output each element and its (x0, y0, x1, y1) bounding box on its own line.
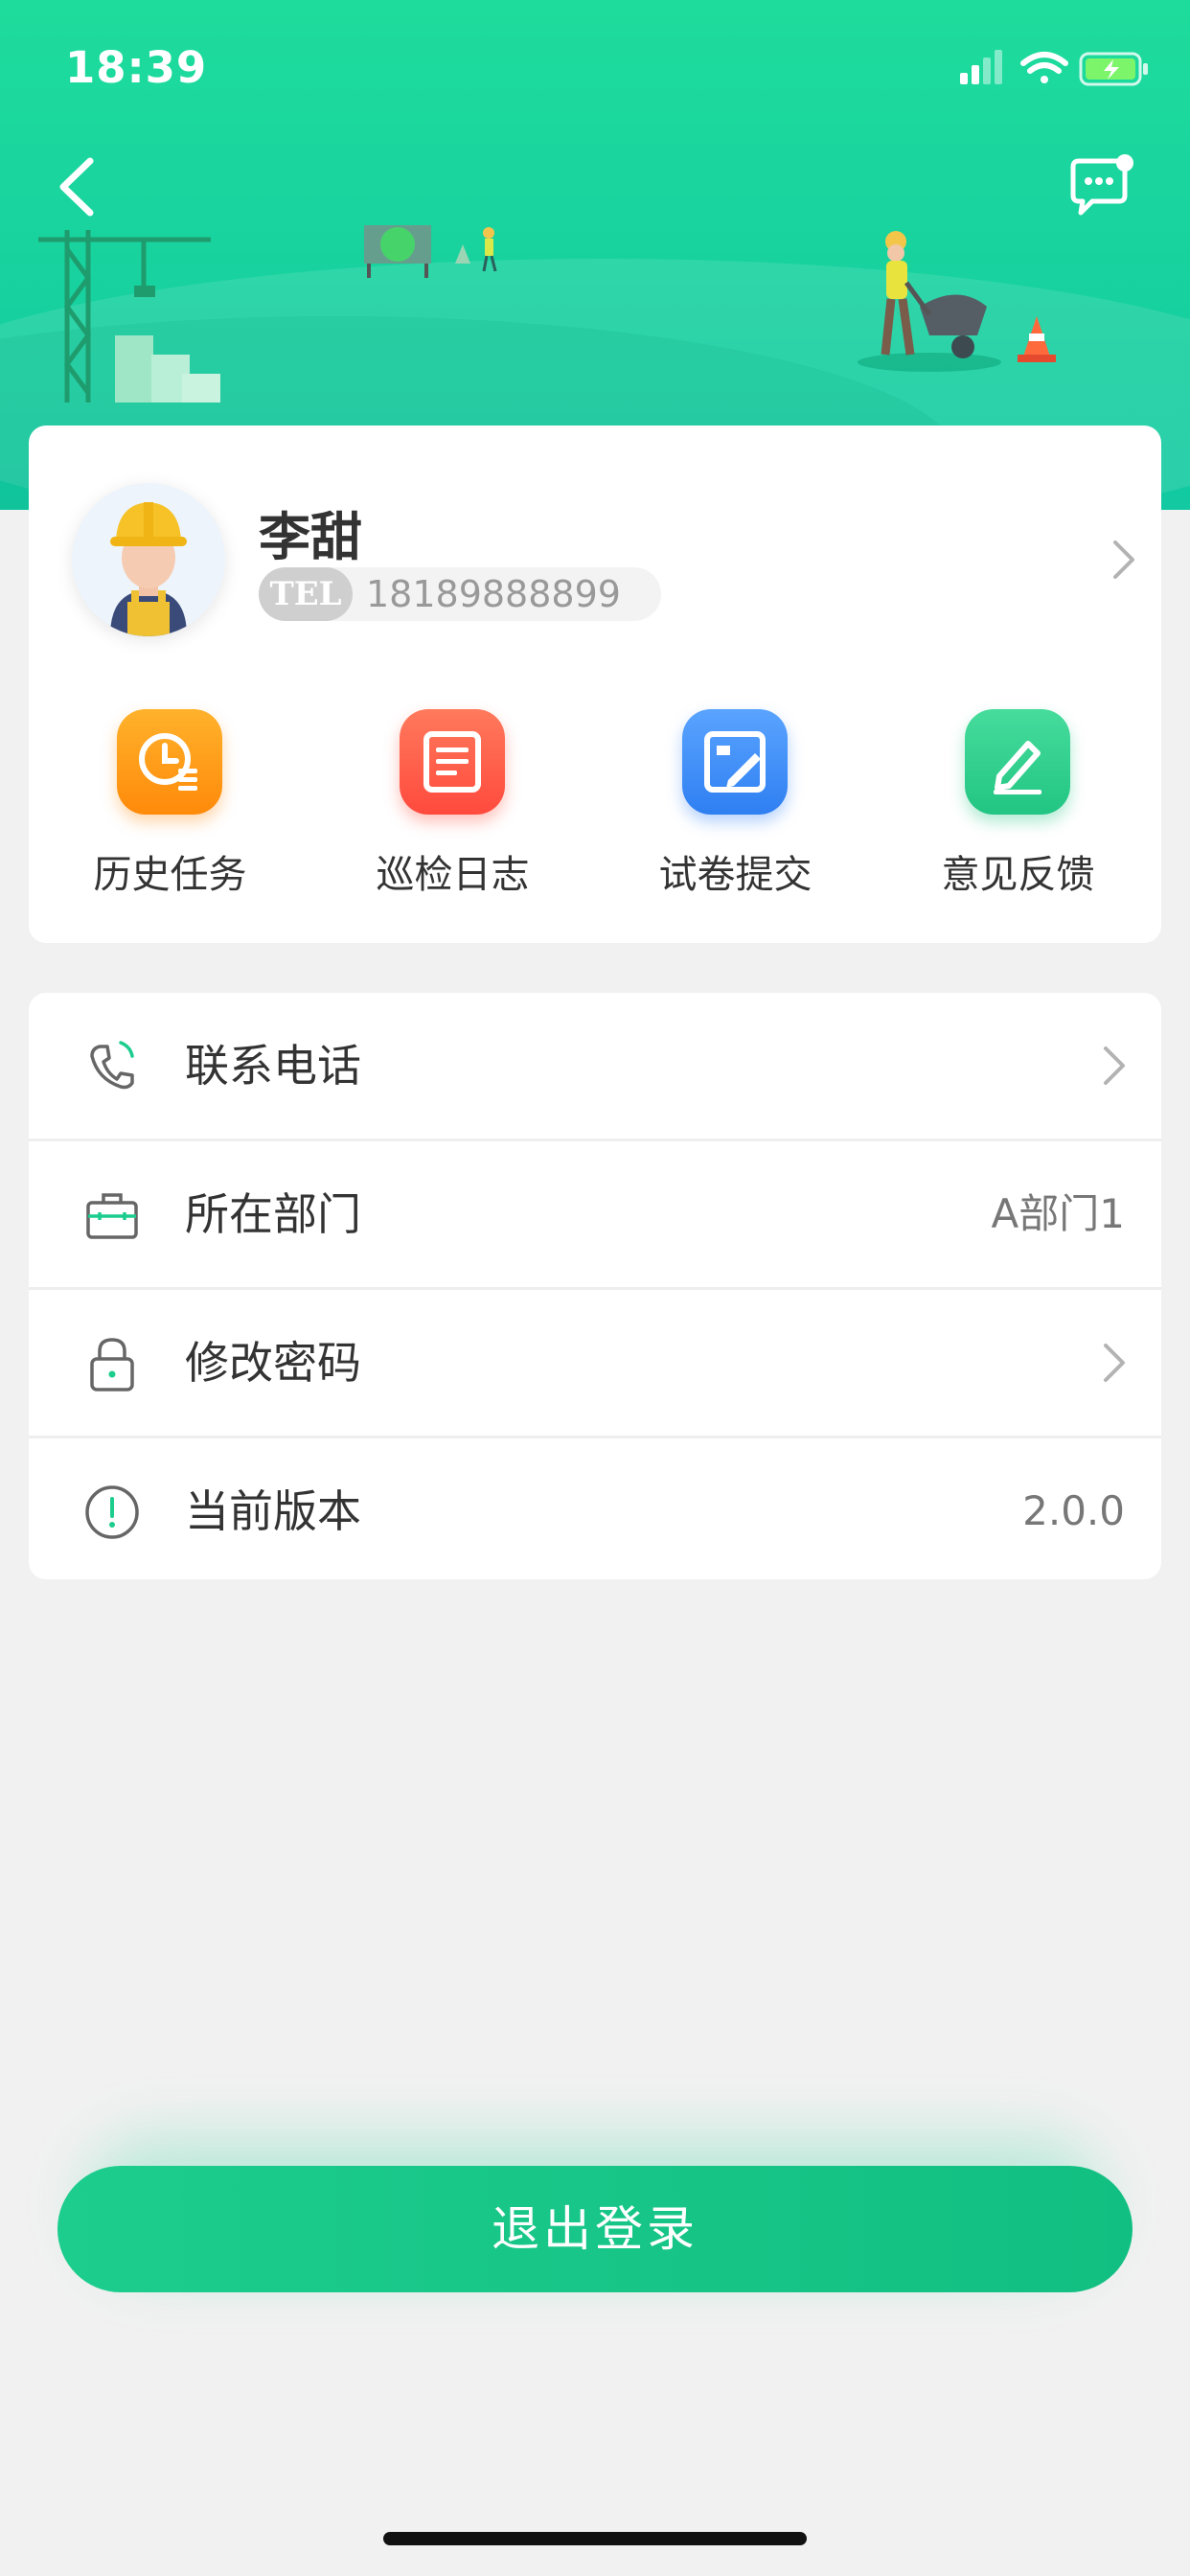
phone-pill: TEL 18189888899 (259, 567, 661, 621)
crane-buildings-illustration (38, 230, 220, 402)
battery-icon (1079, 52, 1148, 86)
menu-item-contact-phone[interactable]: 联系电话 (29, 993, 1161, 1138)
quick-action-label: 巡检日志 (376, 853, 530, 897)
status-icons (960, 50, 1148, 86)
settings-menu: 联系电话 所在部门 A部门1 修改密码 当前版本 2.0.0 (29, 993, 1161, 1579)
feedback-icon (965, 709, 1070, 815)
status-time: 18:39 (65, 42, 208, 93)
quick-action-feedback[interactable]: 意见反馈 (877, 709, 1159, 920)
department-value: A部门1 (991, 1190, 1125, 1237)
message-icon[interactable] (1065, 153, 1134, 222)
menu-item-version: 当前版本 2.0.0 (29, 1438, 1161, 1584)
version-value: 2.0.0 (1022, 1487, 1125, 1534)
quick-actions: 历史任务 巡检日志 试卷提交 意见反馈 (29, 709, 1161, 920)
quick-action-exam-submit[interactable]: 试卷提交 (594, 709, 877, 920)
phone-number: 18189888899 (366, 573, 621, 615)
menu-item-department: 所在部门 A部门1 (29, 1141, 1161, 1287)
profile-card[interactable]: 李甜 TEL 18189888899 历史任务 巡检日志 试卷提交 意见反馈 (29, 426, 1161, 943)
inspection-log-icon (400, 709, 505, 815)
menu-item-label: 联系电话 (185, 1040, 361, 1092)
menu-item-label: 所在部门 (185, 1188, 361, 1240)
chevron-right-icon (1104, 1046, 1125, 1085)
chevron-right-icon[interactable] (1106, 537, 1140, 583)
quick-action-inspection-log[interactable]: 巡检日志 (311, 709, 594, 920)
user-name: 李甜 (259, 507, 362, 567)
menu-item-change-password[interactable]: 修改密码 (29, 1290, 1161, 1436)
roadblock-illustration (364, 225, 497, 278)
info-icon (85, 1485, 139, 1539)
quick-action-label: 试卷提交 (658, 853, 812, 897)
worker-wheelbarrow-illustration (858, 231, 1056, 372)
exam-submit-icon (682, 709, 788, 815)
worker-avatar-icon (110, 502, 187, 636)
logout-button[interactable]: 退出登录 (57, 2166, 1133, 2292)
lock-icon (90, 1338, 134, 1392)
quick-action-label: 意见反馈 (941, 853, 1095, 897)
menu-item-label: 修改密码 (185, 1337, 361, 1389)
menu-item-label: 当前版本 (185, 1485, 361, 1537)
quick-action-label: 历史任务 (93, 853, 247, 897)
avatar (72, 483, 225, 636)
quick-action-history-task[interactable]: 历史任务 (29, 709, 311, 920)
briefcase-icon (86, 1193, 138, 1239)
wifi-icon (1020, 52, 1068, 83)
history-task-icon (117, 709, 222, 815)
signal-icon (960, 50, 1002, 84)
chevron-right-icon (1104, 1344, 1125, 1382)
tel-badge: TEL (259, 567, 353, 621)
home-indicator (383, 2532, 807, 2545)
phone-icon (90, 1041, 134, 1090)
